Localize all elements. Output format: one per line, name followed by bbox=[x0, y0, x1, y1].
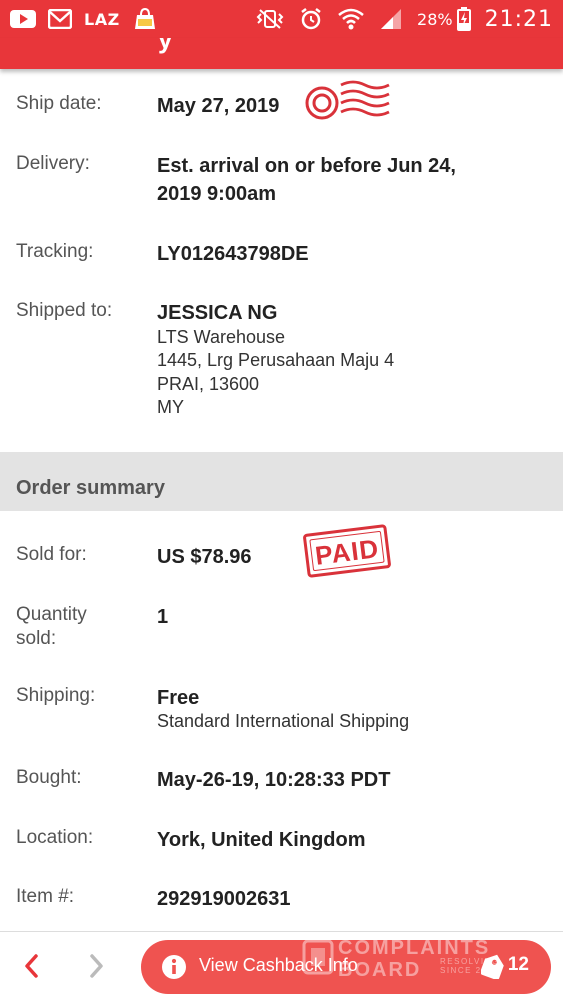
address-line-3: PRAI, 13600 bbox=[157, 374, 260, 394]
bought-label: Bought: bbox=[16, 767, 82, 788]
youtube-icon bbox=[10, 10, 36, 28]
info-icon bbox=[161, 954, 187, 980]
delivery-value-line1: Est. arrival on or before Jun 24, bbox=[157, 155, 456, 177]
page-title: y bbox=[158, 38, 173, 54]
quantity-label-line1: Quantity bbox=[16, 604, 87, 625]
paid-stamp: PAID bbox=[302, 524, 392, 578]
bought-value: May-26-19, 10:28:33 PDT bbox=[157, 769, 391, 791]
watermark-logo-icon bbox=[302, 939, 334, 975]
order-summary-header: Order summary bbox=[0, 452, 563, 511]
recipient-name: JESSICA NG bbox=[157, 302, 278, 324]
app-bar: y bbox=[0, 38, 563, 69]
watermark-tagline: RESOLVING bbox=[440, 957, 500, 966]
delivery-value-line2: 2019 9:00am bbox=[157, 183, 276, 205]
status-bar: LAZ 28% 21:21 bbox=[0, 0, 563, 38]
ship-date-value: May 27, 2019 bbox=[157, 95, 280, 117]
tracking-label: Tracking: bbox=[16, 241, 94, 262]
sold-for-value: US $78.96 bbox=[157, 546, 252, 568]
back-arrow-icon[interactable] bbox=[20, 952, 44, 980]
forward-arrow-icon[interactable] bbox=[84, 952, 108, 980]
quantity-value: 1 bbox=[157, 606, 169, 628]
address-country: MY bbox=[157, 397, 184, 417]
shipping-label: Shipping: bbox=[16, 685, 96, 706]
shipping-cost: Free bbox=[157, 687, 200, 709]
location-label: Location: bbox=[16, 827, 94, 848]
watermark-subtitle: BOARD bbox=[338, 959, 422, 981]
lazada-notification: LAZ bbox=[84, 9, 120, 29]
shopping-bag-icon bbox=[132, 7, 158, 31]
shipping-method: Standard International Shipping bbox=[157, 711, 410, 731]
alarm-icon bbox=[299, 7, 323, 31]
address-line-1: LTS Warehouse bbox=[157, 327, 286, 347]
postmark-stamp-icon bbox=[303, 75, 393, 125]
watermark-since: SINCE 2004 bbox=[440, 966, 500, 975]
coupon-count: 12 bbox=[507, 954, 529, 975]
ship-date-label: Ship date: bbox=[16, 93, 102, 114]
battery-percent: 28% bbox=[417, 9, 453, 29]
gmail-icon bbox=[48, 9, 72, 29]
clock: 21:21 bbox=[484, 6, 553, 32]
battery-charging-icon bbox=[456, 7, 471, 31]
tracking-number[interactable]: LY012643798DE bbox=[157, 240, 309, 268]
shipped-to-label: Shipped to: bbox=[16, 300, 113, 321]
sold-for-label: Sold for: bbox=[16, 544, 87, 565]
item-number-label: Item #: bbox=[16, 886, 75, 907]
order-summary-title: Order summary bbox=[16, 477, 165, 499]
address-line-2: 1445, Lrg Perusahaan Maju 4 bbox=[157, 350, 395, 370]
item-number-value[interactable]: 292919002631 bbox=[157, 885, 290, 913]
vibrate-icon bbox=[255, 8, 285, 30]
wifi-icon bbox=[337, 7, 365, 31]
delivery-label: Delivery: bbox=[16, 153, 90, 174]
location-value: York, United Kingdom bbox=[157, 829, 366, 851]
quantity-label-line2: sold: bbox=[16, 628, 57, 649]
signal-icon bbox=[379, 8, 403, 30]
